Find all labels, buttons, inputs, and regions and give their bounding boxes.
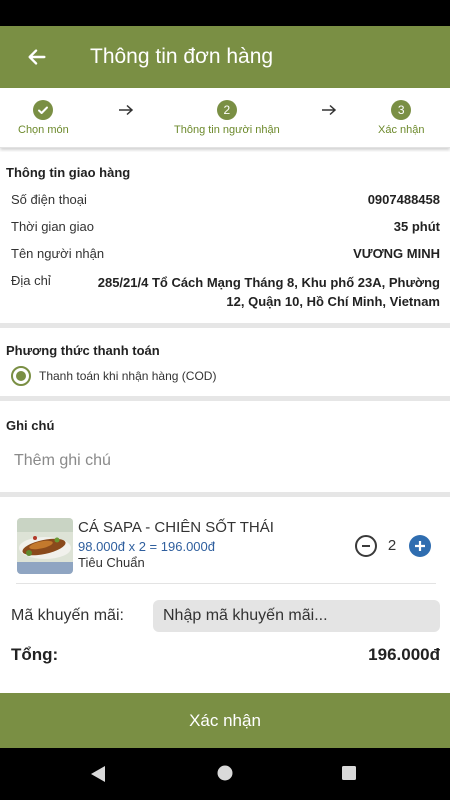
step-check-icon [33,100,54,120]
system-nav-bar [0,748,450,800]
order-stepper: Chọn món 2 Thông tin người nhận 3 Xác nh… [0,88,450,148]
payment-section: Phương thức thanh toán Thanh toán khi nh… [0,328,450,395]
minus-circle-icon [362,545,370,547]
increase-quantity-button[interactable] [409,535,431,557]
recipient-value: VƯƠNG MINH [353,246,440,261]
note-section: Ghi chú [0,401,450,491]
total-label: Tổng: [11,645,59,664]
nav-back-icon[interactable] [90,765,106,783]
promo-code-input[interactable] [153,600,440,632]
item-variant: Tiêu Chuẩn [78,555,145,570]
phone-value: 0907488458 [367,192,440,207]
delivery-info-section: Thông tin giao hàng Số điện thoại 090748… [0,152,450,322]
step-arrow-icon [119,104,134,116]
step-number: 3 [391,100,412,120]
section-divider [0,492,450,497]
address-label: Địa chỉ [11,273,51,288]
payment-title: Phương thức thanh toán [6,343,160,358]
address-line-1: 285/21/4 Tổ Cách Mạng Tháng 8, Khu phố 2… [97,275,440,290]
item-quantity: 2 [387,537,397,554]
step-arrow-icon [322,104,337,116]
status-bar [0,0,450,26]
decrease-quantity-button[interactable] [355,535,377,557]
step-label: Thông tin người nhận [174,124,280,136]
total-value: 196.000đ [368,645,440,664]
recipient-label: Tên người nhận [11,246,105,261]
plus-circle-icon [415,541,425,551]
radio-selected-icon [11,366,31,386]
confirm-button[interactable]: Xác nhận [0,693,450,748]
address-row: Địa chỉ 285/21/4 Tổ Cách Mạng Tháng 8, K… [11,273,440,313]
address-value: 285/21/4 Tổ Cách Mạng Tháng 8, Khu phố 2… [98,273,440,311]
step-choose-food[interactable]: Chọn món [18,100,69,136]
delivery-time-label: Thời gian giao [11,219,94,234]
address-line-2: 12, Quận 10, Hồ Chí Minh, Vietnam [226,294,440,309]
delivery-info-title: Thông tin giao hàng [6,165,131,180]
note-title: Ghi chú [6,418,55,433]
item-price-line: 98.000đ x 2 = 196.000đ [78,539,215,554]
nav-recents-icon[interactable] [342,766,356,780]
step-recipient-info[interactable]: 2 Thông tin người nhận [174,100,280,136]
step-confirm[interactable]: 3 Xác nhận [378,100,424,136]
arrow-left-icon [28,49,46,65]
item-divider [16,583,436,584]
payment-option-label: Thanh toán khi nhận hàng (COD) [39,369,217,383]
delivery-time-value: 35 phút [393,219,440,234]
nav-home-icon[interactable] [217,765,233,781]
step-label: Xác nhận [378,124,425,136]
app-bar: Thông tin đơn hàng [0,26,450,88]
item-name: CÁ SAPA - CHIÊN SỐT THÁI [78,519,274,536]
payment-option-cod[interactable]: Thanh toán khi nhận hàng (COD) [11,366,216,386]
phone-label: Số điện thoại [11,192,87,207]
food-image [17,518,73,574]
promo-label: Mã khuyến mãi: [11,607,124,624]
back-button[interactable] [0,26,74,88]
step-number: 2 [216,100,237,120]
page-title: Thông tin đơn hàng [90,45,274,68]
note-input[interactable] [14,448,434,474]
step-label: Chọn món [18,124,69,136]
